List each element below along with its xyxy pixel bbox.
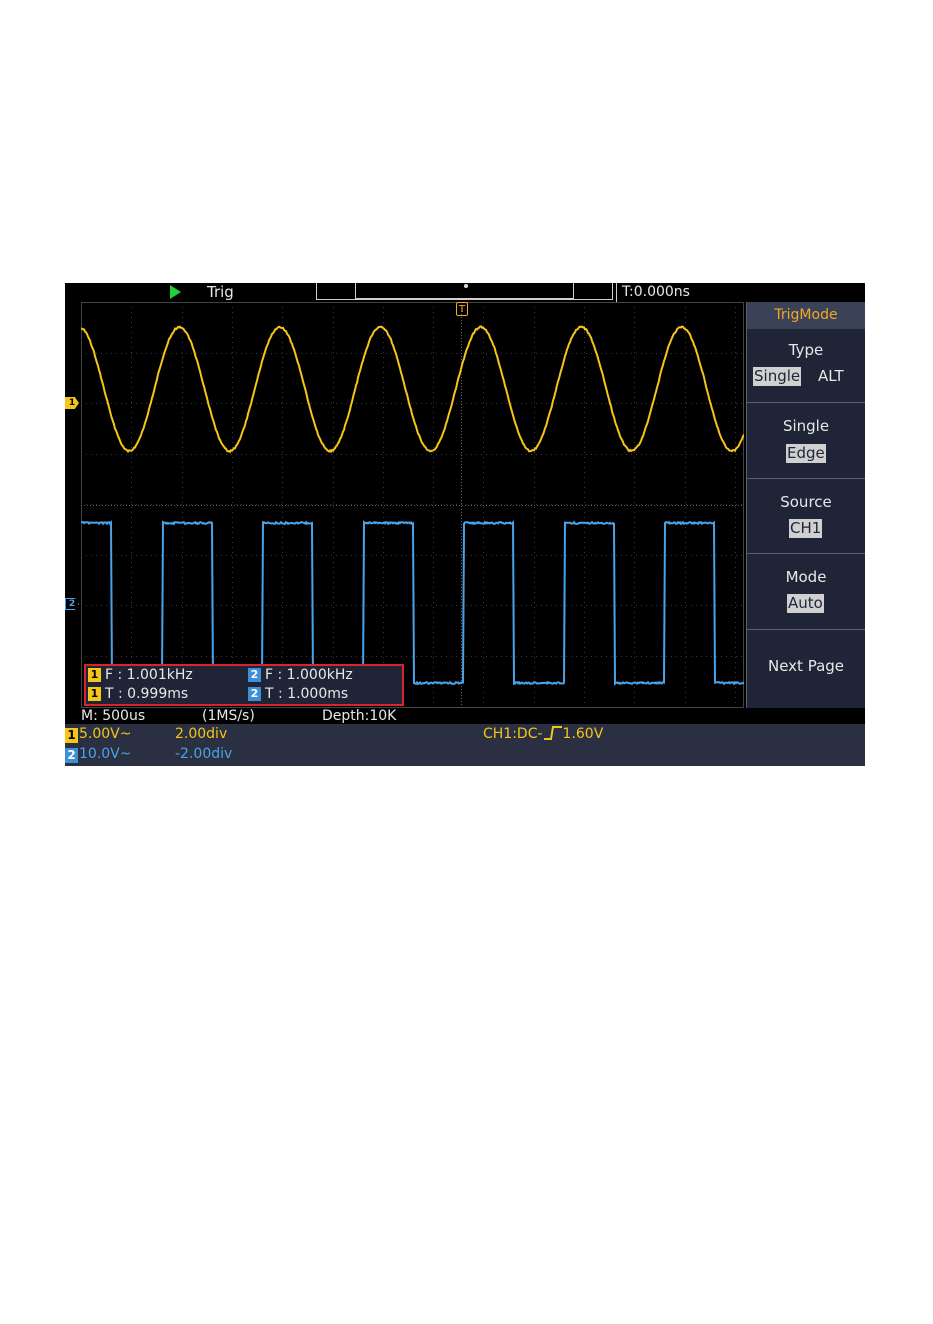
ch1-sine-trace: [81, 326, 744, 451]
trigger-readout[interactable]: CH1:DC- 1.60V: [483, 725, 603, 743]
ch1-volts-div: 5.00V~: [79, 726, 131, 742]
ch2-position-marker[interactable]: 2: [65, 598, 79, 610]
ch1-badge: 1: [88, 668, 101, 682]
ch2-square-trace: [81, 522, 744, 684]
ch1-period-value: T : 0.999ms: [105, 686, 188, 702]
ch2-badge: 2: [248, 668, 261, 682]
ch1-period-measurement: 1 T : 0.999ms: [88, 685, 188, 704]
menu-item-single[interactable]: Single Edge: [747, 403, 865, 479]
run-state-icon: [170, 285, 181, 299]
graticule-lines: [81, 302, 744, 708]
run-state-label: Trig: [207, 283, 234, 302]
timebase-readout: M: 500us: [81, 707, 145, 725]
ch2-scale-readout[interactable]: 2 10.0V~: [65, 745, 131, 763]
menu-item-source[interactable]: Source CH1: [747, 479, 865, 554]
memory-position-bar[interactable]: [316, 283, 613, 300]
trigger-coupling: CH1:DC-: [483, 726, 543, 742]
menu-title: TrigMode: [747, 302, 865, 329]
trigger-position-marker[interactable]: T: [456, 302, 468, 316]
graticule: [81, 302, 744, 708]
ch1-badge: 1: [65, 728, 78, 743]
measurement-panel: 1 F : 1.001kHz 2 F : 1.000kHz 1 T : 0.999ms…: [84, 664, 404, 706]
type-option-single[interactable]: Single: [753, 367, 801, 386]
rising-edge-icon: [543, 725, 563, 741]
memory-depth-readout: Depth:10K: [322, 707, 396, 725]
single-label: Single: [747, 417, 865, 435]
horizontal-offset-readout: T:0.000ns: [616, 283, 744, 302]
type-label: Type: [747, 341, 865, 359]
ch2-volts-div: 10.0V~: [79, 746, 131, 762]
oscilloscope-screen: Trig T:0.000ns 1 2 T 1 F : 1.001kHz 2 F : …: [65, 283, 865, 766]
trigger-level: 1.60V: [563, 726, 604, 742]
trigger-menu: TrigMode Type Single ALT Single Edge Sou…: [746, 302, 865, 708]
ch1-scale-readout[interactable]: 1 5.00V~: [65, 725, 131, 743]
ch2-frequency-measurement: 2 F : 1.000kHz: [248, 666, 353, 685]
ch1-position-marker[interactable]: 1: [65, 397, 79, 409]
ch1-badge: 1: [88, 687, 101, 701]
ch1-position-readout: 2.00div: [175, 725, 227, 743]
single-value: Edge: [786, 444, 826, 463]
type-option-alt[interactable]: ALT: [817, 367, 845, 386]
ch2-period-measurement: 2 T : 1.000ms: [248, 685, 348, 704]
ch2-period-value: T : 1.000ms: [265, 686, 348, 702]
source-value: CH1: [789, 519, 822, 538]
menu-item-next-page[interactable]: Next Page: [747, 630, 865, 708]
ch1-frequency-value: F : 1.001kHz: [105, 667, 193, 683]
menu-item-type[interactable]: Type Single ALT: [747, 329, 865, 403]
next-page-label: Next Page: [747, 657, 865, 675]
mode-label: Mode: [747, 568, 865, 586]
sample-rate-readout: (1MS/s): [202, 707, 255, 725]
menu-item-mode[interactable]: Mode Auto: [747, 554, 865, 630]
ch2-position-readout: -2.00div: [175, 745, 232, 763]
source-label: Source: [747, 493, 865, 511]
ch2-badge: 2: [248, 687, 261, 701]
ch2-badge: 2: [65, 748, 78, 763]
memory-position-marker: [464, 284, 468, 288]
ch2-frequency-value: F : 1.000kHz: [265, 667, 353, 683]
mode-value: Auto: [787, 594, 824, 613]
ch1-frequency-measurement: 1 F : 1.001kHz: [88, 666, 193, 685]
bottom-status-bar: M: 500us (1MS/s) Depth:10K 1 5.00V~ 2.00d…: [65, 708, 865, 766]
top-status-bar: Trig T:0.000ns: [65, 283, 865, 302]
acquisition-row: M: 500us (1MS/s) Depth:10K: [65, 708, 865, 724]
